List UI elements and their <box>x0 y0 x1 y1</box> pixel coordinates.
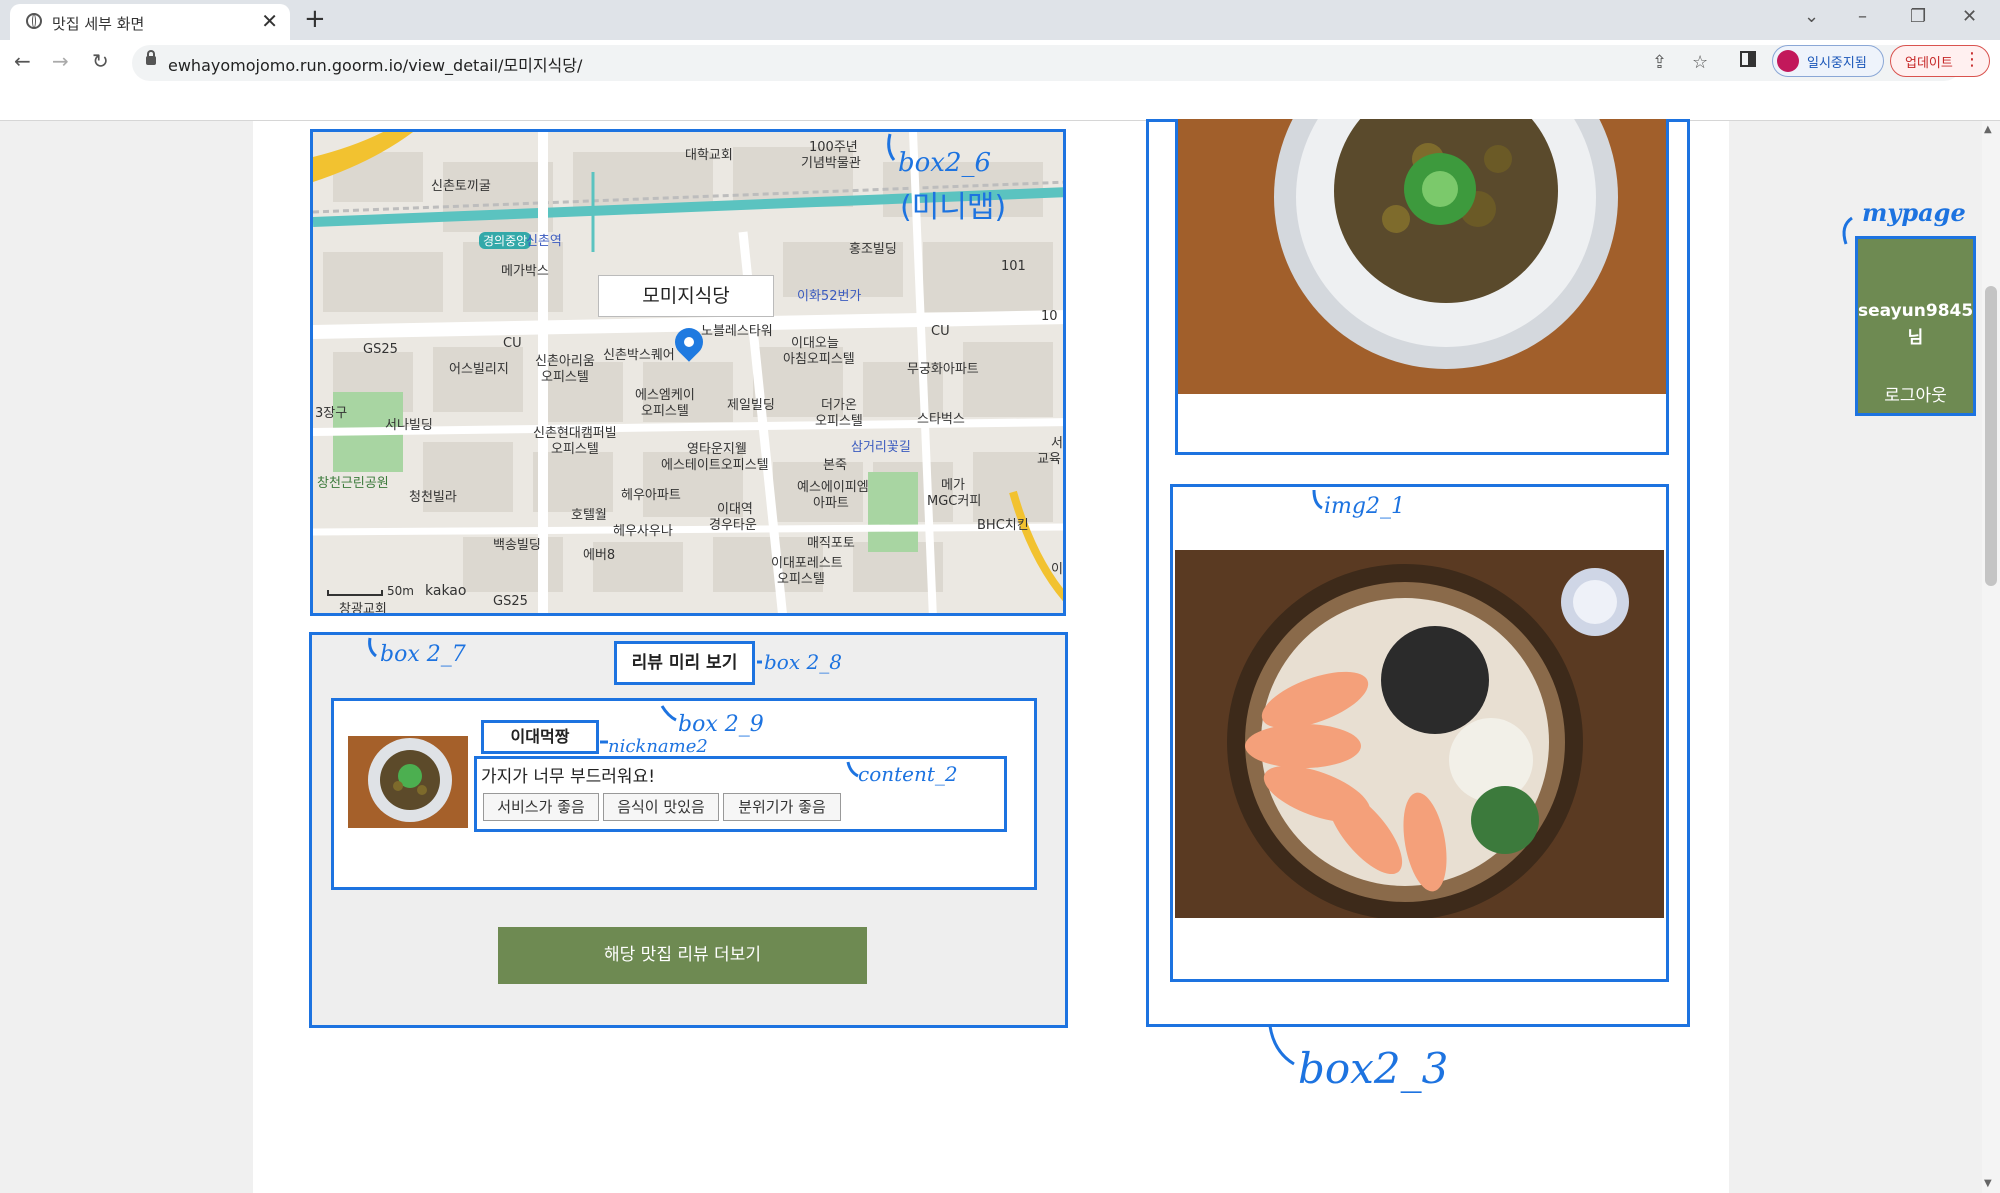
annotation-box2-9: box 2_9 <box>678 712 764 737</box>
annotation-minimap: (미니맵) <box>900 190 1007 225</box>
annotation-nickname2: nickname2 <box>608 736 708 757</box>
annotation-content-2: content_2 <box>858 762 958 786</box>
annotation-strokes <box>368 133 1853 1066</box>
annotation-img2-1: img2_1 <box>1324 494 1405 519</box>
annotation-mypage: mypage <box>1862 198 1966 227</box>
annotation-box2-3: box2_3 <box>1298 1044 1449 1093</box>
annotation-box2-7: box 2_7 <box>380 642 466 667</box>
annotation-box2-6: box2_6 <box>898 148 992 178</box>
annotation-box2-8: box 2_8 <box>764 650 842 674</box>
